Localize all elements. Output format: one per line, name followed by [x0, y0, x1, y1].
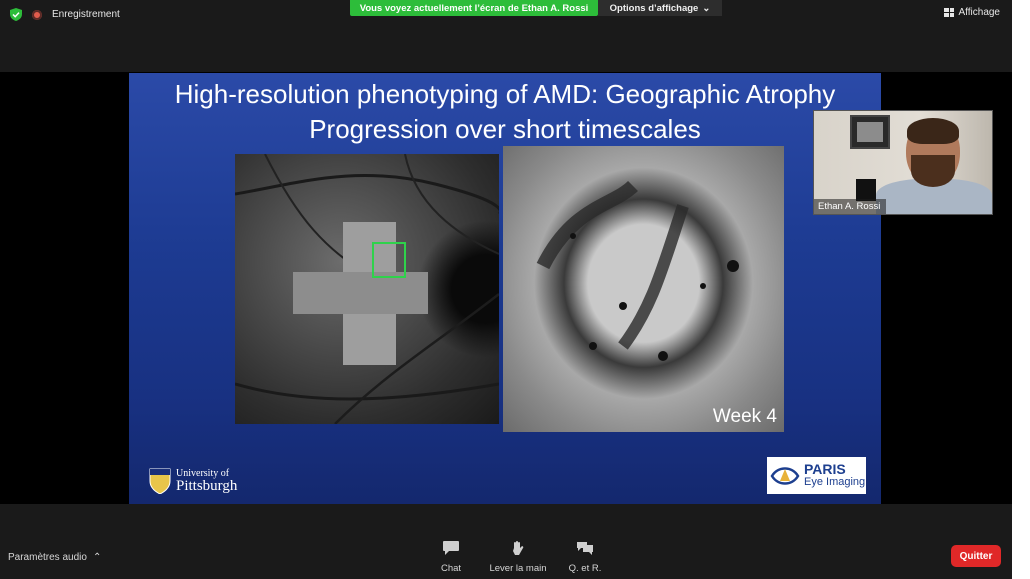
chat-bubble-icon — [443, 541, 459, 555]
chat-label: Chat — [440, 563, 462, 574]
view-options-label: Options d’affichage — [609, 2, 699, 14]
recording-icon[interactable] — [32, 9, 42, 20]
recording-label[interactable]: Enregistrement — [52, 9, 120, 20]
paris-eye-imaging-logo: PARIS Eye Imaging — [767, 457, 866, 494]
grid-view-icon — [944, 8, 955, 17]
qa-button[interactable]: Q. et R. — [550, 540, 620, 574]
wall-picture — [850, 115, 890, 149]
view-button[interactable]: Affichage — [944, 7, 1000, 18]
quit-button[interactable]: Quitter — [951, 545, 1001, 567]
hand-icon — [513, 541, 524, 555]
participant-name: Ethan A. Rossi — [814, 199, 887, 214]
participant-video[interactable]: Ethan A. Rossi — [813, 110, 993, 215]
chevron-up-icon: ⌃ — [92, 552, 102, 563]
top-bar: Enregistrement Vous voyez actuellement l… — [0, 0, 1030, 72]
raise-hand-button[interactable]: Lever la main — [483, 540, 553, 574]
magnified-atrophy-image: Week 4 — [503, 146, 784, 432]
logo-left-line-2: Pittsburgh — [176, 478, 238, 494]
quit-label: Quitter — [959, 550, 993, 562]
logo-right-line-2: Eye Imaging — [804, 475, 866, 488]
view-options-button[interactable]: Options d’affichage ⌄ — [598, 0, 722, 16]
right-edge — [1012, 0, 1030, 579]
person-hair — [907, 118, 959, 144]
eye-logo-icon — [770, 466, 800, 485]
logo-right-line-1: PARIS — [804, 460, 846, 477]
bottom-toolbar: Paramètres audio ⌃ Chat Lever la main Q.… — [0, 504, 1012, 579]
retina-fundus-image — [235, 154, 499, 424]
share-banner-text: Vous voyez actuellement l’écran de Ethan… — [359, 2, 589, 14]
view-label: Affichage — [958, 7, 1000, 18]
audio-settings-label: Paramètres audio — [8, 552, 87, 563]
montage-horizontal — [293, 272, 428, 314]
slide-title-line-1: High-resolution phenotyping of AMD: Geog… — [174, 79, 836, 109]
security-shield-icon[interactable] — [10, 8, 22, 21]
qa-label: Q. et R. — [568, 563, 602, 574]
region-marker — [372, 242, 406, 278]
audio-settings-button[interactable]: Paramètres audio ⌃ — [8, 552, 101, 563]
chevron-down-icon: ⌄ — [702, 2, 711, 14]
university-shield-icon — [149, 468, 171, 494]
chat-button[interactable]: Chat — [416, 540, 486, 574]
status-group: Enregistrement — [10, 8, 120, 21]
slide-title-line-2: Progression over short timescales — [309, 114, 701, 144]
chair — [856, 179, 876, 201]
slide-title: High-resolution phenotyping of AMD: Geog… — [129, 77, 881, 147]
qa-bubbles-icon — [577, 542, 593, 555]
university-logo: University of Pittsburgh — [149, 466, 237, 494]
week-label: Week 4 — [712, 406, 777, 427]
screen-share-banner: Vous voyez actuellement l’écran de Ethan… — [350, 0, 598, 16]
raise-hand-label: Lever la main — [489, 563, 547, 574]
shared-slide: High-resolution phenotyping of AMD: Geog… — [129, 73, 881, 504]
person-beard — [911, 155, 955, 187]
